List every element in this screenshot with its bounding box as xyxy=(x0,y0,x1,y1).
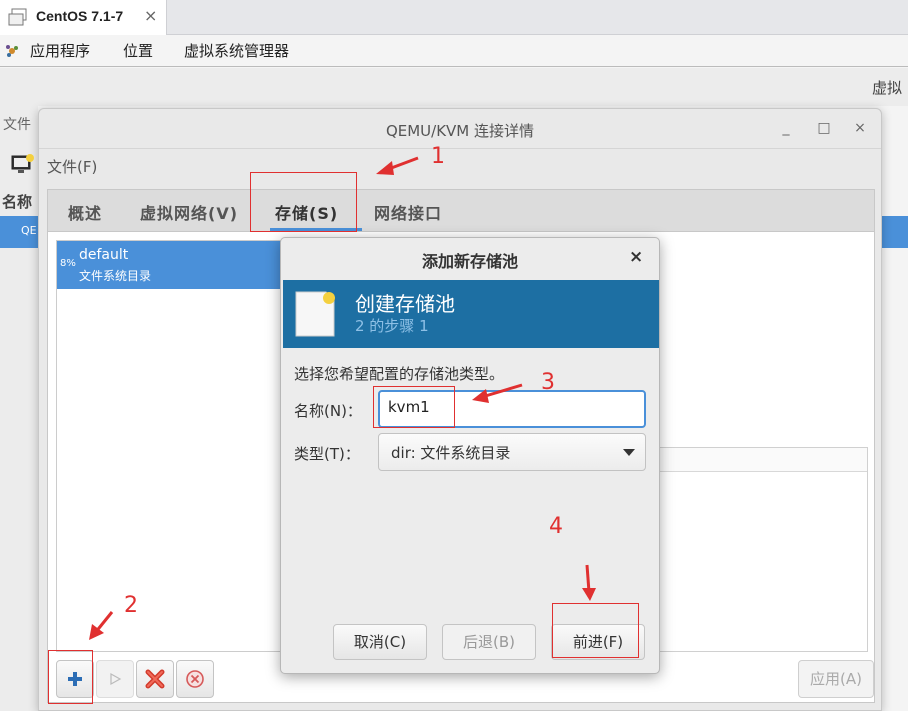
annotation-number-4: 4 xyxy=(549,514,563,539)
annotation-number-1: 1 xyxy=(431,144,445,169)
annotation-number-3: 3 xyxy=(541,370,555,395)
arrowhead-3 xyxy=(472,389,489,403)
annotation-number-2: 2 xyxy=(124,593,138,618)
arrow-3 xyxy=(481,383,523,399)
arrow-4 xyxy=(585,564,591,593)
arrowhead-1 xyxy=(376,161,394,175)
arrowhead-4 xyxy=(582,588,596,601)
